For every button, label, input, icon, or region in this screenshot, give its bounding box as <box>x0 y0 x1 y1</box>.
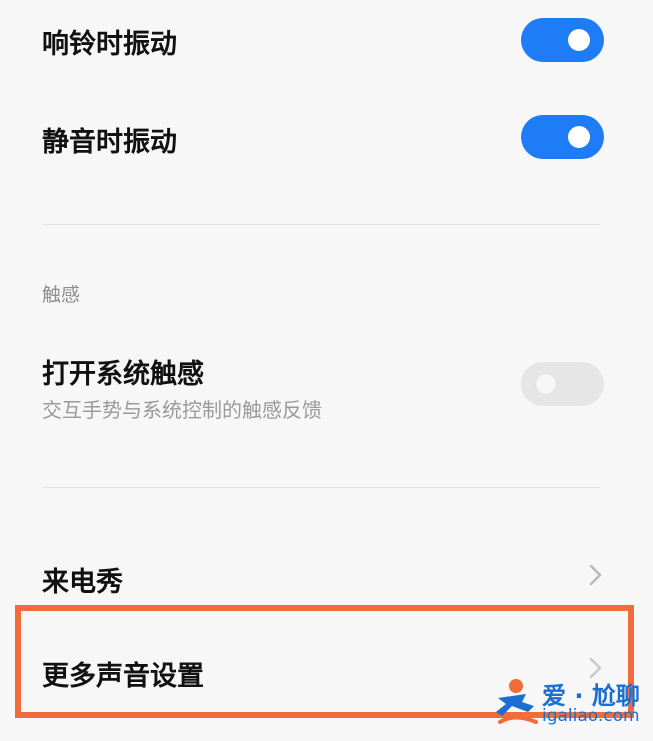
system-haptics-toggle[interactable] <box>521 362 604 406</box>
setting-description-system-haptics: 交互手势与系统控制的触感反馈 <box>42 398 322 422</box>
toggle-knob <box>568 29 590 51</box>
setting-row-vibrate-ring[interactable]: 响铃时振动 <box>0 0 653 90</box>
chevron-right-icon <box>589 564 602 586</box>
vibrate-silent-toggle[interactable] <box>521 115 604 159</box>
setting-label-caller-show: 来电秀 <box>42 567 123 598</box>
divider <box>42 224 600 225</box>
setting-label-vibrate-silent: 静音时振动 <box>42 127 177 158</box>
watermark-logo-icon <box>496 679 538 724</box>
setting-row-system-haptics[interactable]: 打开系统触感 交互手势与系统控制的触感反馈 <box>0 340 653 430</box>
divider <box>42 487 600 488</box>
watermark-url: igaliao.com <box>542 706 640 726</box>
setting-row-caller-show[interactable]: 来电秀 <box>0 540 653 610</box>
toggle-knob <box>568 126 590 148</box>
toggle-knob <box>535 373 557 395</box>
watermark: 爱 · 尬聊 igaliao.com <box>490 672 650 732</box>
section-title-haptics: 触感 <box>42 284 81 306</box>
setting-label-vibrate-ring: 响铃时振动 <box>42 29 177 60</box>
vibrate-ring-toggle[interactable] <box>521 18 604 62</box>
setting-row-vibrate-silent[interactable]: 静音时振动 <box>0 90 653 190</box>
setting-label-system-haptics: 打开系统触感 <box>42 359 204 390</box>
